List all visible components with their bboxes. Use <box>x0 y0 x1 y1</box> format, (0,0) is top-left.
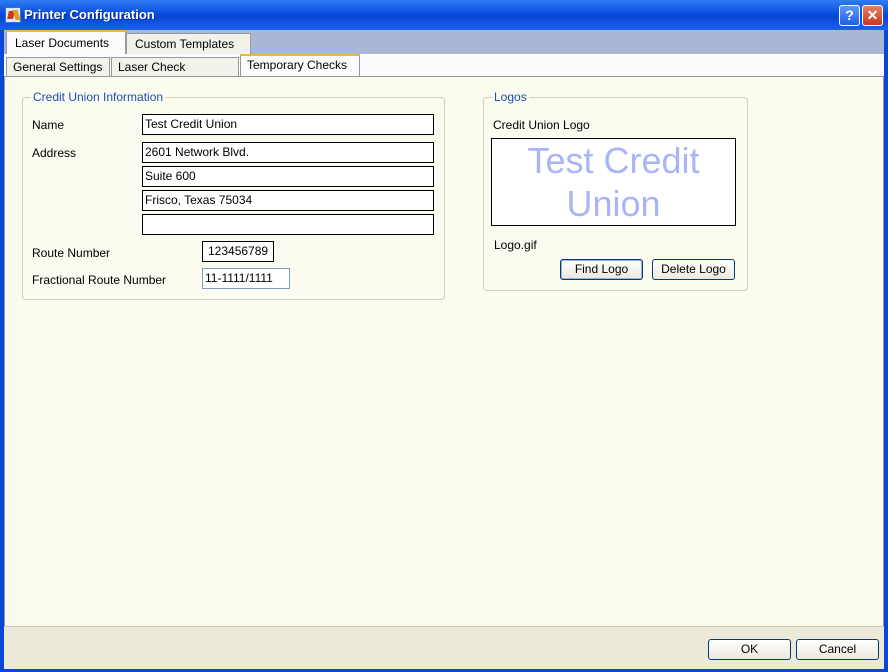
tab-general-settings[interactable]: General Settings <box>6 57 110 76</box>
fractional-route-field[interactable]: 11-1111/1111 <box>202 268 290 289</box>
name-label: Name <box>32 118 65 132</box>
dialog-footer: OK Cancel <box>4 626 884 669</box>
cancel-button[interactable]: Cancel <box>796 639 879 660</box>
tab-laser-documents[interactable]: Laser Documents <box>6 30 126 54</box>
address-label: Address <box>32 146 77 160</box>
address-line-2-field[interactable]: Suite 600 <box>142 166 434 187</box>
credit-union-logo-label: Credit Union Logo <box>493 118 590 132</box>
outer-tab-strip: Laser Documents Custom Templates <box>4 30 884 54</box>
credit-union-info-group: Credit Union Information Name Test Credi… <box>22 90 445 300</box>
address-line-1-field[interactable]: 2601 Network Blvd. <box>142 142 434 163</box>
route-number-label: Route Number <box>32 246 111 260</box>
window-title: Printer Configuration <box>24 7 155 22</box>
logo-text-line-1: Test Credit <box>527 140 700 181</box>
fractional-route-label: Fractional Route Number <box>32 273 167 287</box>
close-button[interactable]: ✕ <box>862 5 883 26</box>
tab-custom-templates[interactable]: Custom Templates <box>126 33 251 54</box>
logo-file-name: Logo.gif <box>494 238 537 252</box>
address-line-3-field[interactable]: Frisco, Texas 75034 <box>142 190 434 211</box>
dialog-client: Laser Documents Custom Templates General… <box>4 30 884 669</box>
help-button[interactable]: ? <box>839 5 860 26</box>
ok-button[interactable]: OK <box>708 639 791 660</box>
address-line-4-field[interactable] <box>142 214 434 235</box>
laser-documents-panel: General Settings Laser Check Settings Te… <box>4 54 884 628</box>
tab-laser-check-settings[interactable]: Laser Check Settings <box>111 57 239 92</box>
find-logo-button[interactable]: Find Logo <box>560 259 643 280</box>
app-icon <box>5 7 21 23</box>
delete-logo-button[interactable]: Delete Logo <box>652 259 735 280</box>
name-field[interactable]: Test Credit Union <box>142 114 434 135</box>
logos-group: Logos Credit Union Logo Test Credit Unio… <box>483 90 748 291</box>
route-number-field[interactable]: 123456789 <box>202 241 274 262</box>
printer-configuration-window: Printer Configuration ? ✕ Laser Document… <box>0 0 888 672</box>
tab-temporary-checks[interactable]: Temporary Checks <box>240 54 360 76</box>
credit-union-info-legend: Credit Union Information <box>31 90 166 104</box>
logo-preview: Test Credit Union <box>491 138 736 226</box>
inner-tab-strip: General Settings Laser Check Settings Te… <box>4 54 884 92</box>
title-bar[interactable]: Printer Configuration ? ✕ <box>0 0 888 30</box>
logo-text-line-2: Union <box>566 183 661 224</box>
temporary-checks-page: Credit Union Information Name Test Credi… <box>4 76 884 628</box>
logos-legend: Logos <box>492 90 529 104</box>
